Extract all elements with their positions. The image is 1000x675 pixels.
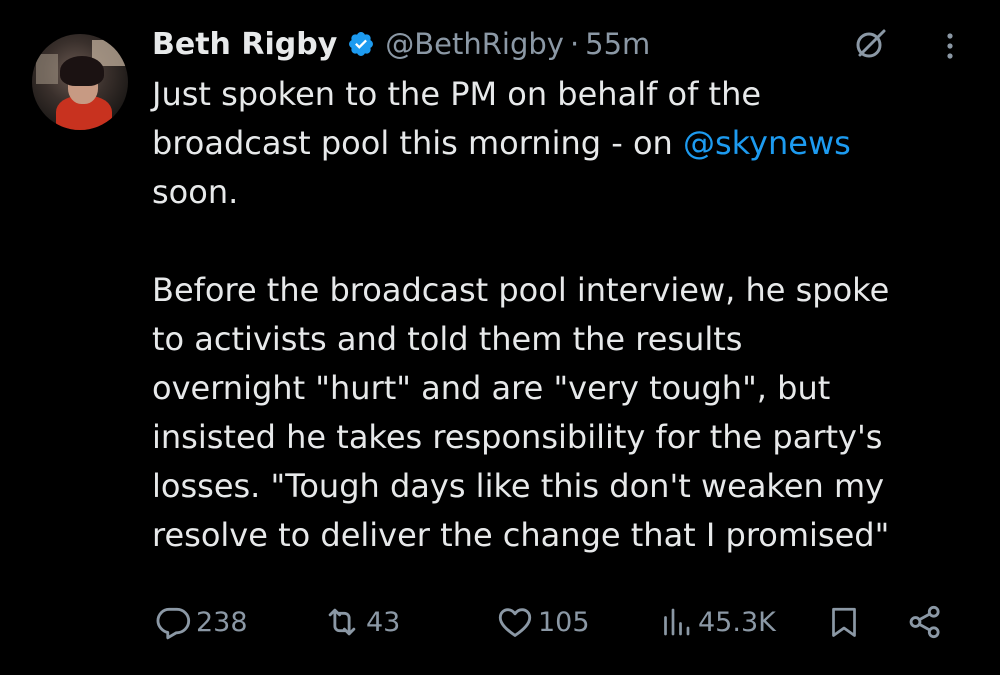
repost-count: 43 [366, 606, 401, 638]
repost-button[interactable]: 43 [322, 598, 400, 646]
like-button[interactable]: 105 [496, 598, 590, 646]
repost-icon [322, 603, 362, 641]
tweet-line: soon. [152, 173, 239, 211]
grok-icon[interactable] [852, 26, 888, 62]
action-bar: 238 43 105 45.3K [152, 598, 952, 646]
tweet-text: Just spoken to the PM on behalf of the b… [152, 70, 982, 560]
verified-badge-icon [347, 30, 375, 58]
tweet-line: losses. "Tough days like this don't weak… [152, 467, 885, 505]
bookmark-icon [826, 603, 862, 641]
tweet-line: overnight "hurt" and are "very tough", b… [152, 369, 831, 407]
tweet-line: insisted he takes responsibility for the… [152, 418, 883, 456]
tweet-line: Just spoken to the PM on behalf of the [152, 75, 762, 113]
reply-count: 238 [196, 606, 248, 638]
bookmark-button[interactable] [826, 598, 862, 646]
more-icon[interactable] [938, 30, 962, 62]
views-button[interactable]: 45.3K [658, 598, 776, 646]
tweet-line-text: broadcast pool this morning - on [152, 124, 683, 162]
tweet-line: Before the broadcast pool interview, he … [152, 271, 890, 309]
tweet-header: Beth Rigby @BethRigby · 55m [152, 24, 650, 64]
mention-link[interactable]: @skynews [683, 124, 851, 162]
author-avatar[interactable] [32, 34, 128, 130]
tweet-line: resolve to deliver the change that I pro… [152, 516, 890, 554]
avatar-hair [60, 56, 104, 86]
share-icon [906, 603, 944, 641]
views-count: 45.3K [698, 606, 776, 638]
avatar-background [36, 54, 58, 84]
tweet-timestamp[interactable]: 55m [585, 27, 650, 61]
like-count: 105 [538, 606, 590, 638]
author-handle[interactable]: @BethRigby [385, 27, 564, 61]
tweet-line: to activists and told them the results [152, 320, 743, 358]
author-name[interactable]: Beth Rigby [152, 27, 337, 62]
tweet-line: broadcast pool this morning - on @skynew… [152, 119, 982, 168]
reply-button[interactable]: 238 [154, 598, 248, 646]
like-icon [496, 603, 534, 641]
separator-dot: · [569, 27, 580, 61]
views-icon [658, 603, 694, 641]
reply-icon [154, 603, 192, 641]
share-button[interactable] [906, 598, 944, 646]
